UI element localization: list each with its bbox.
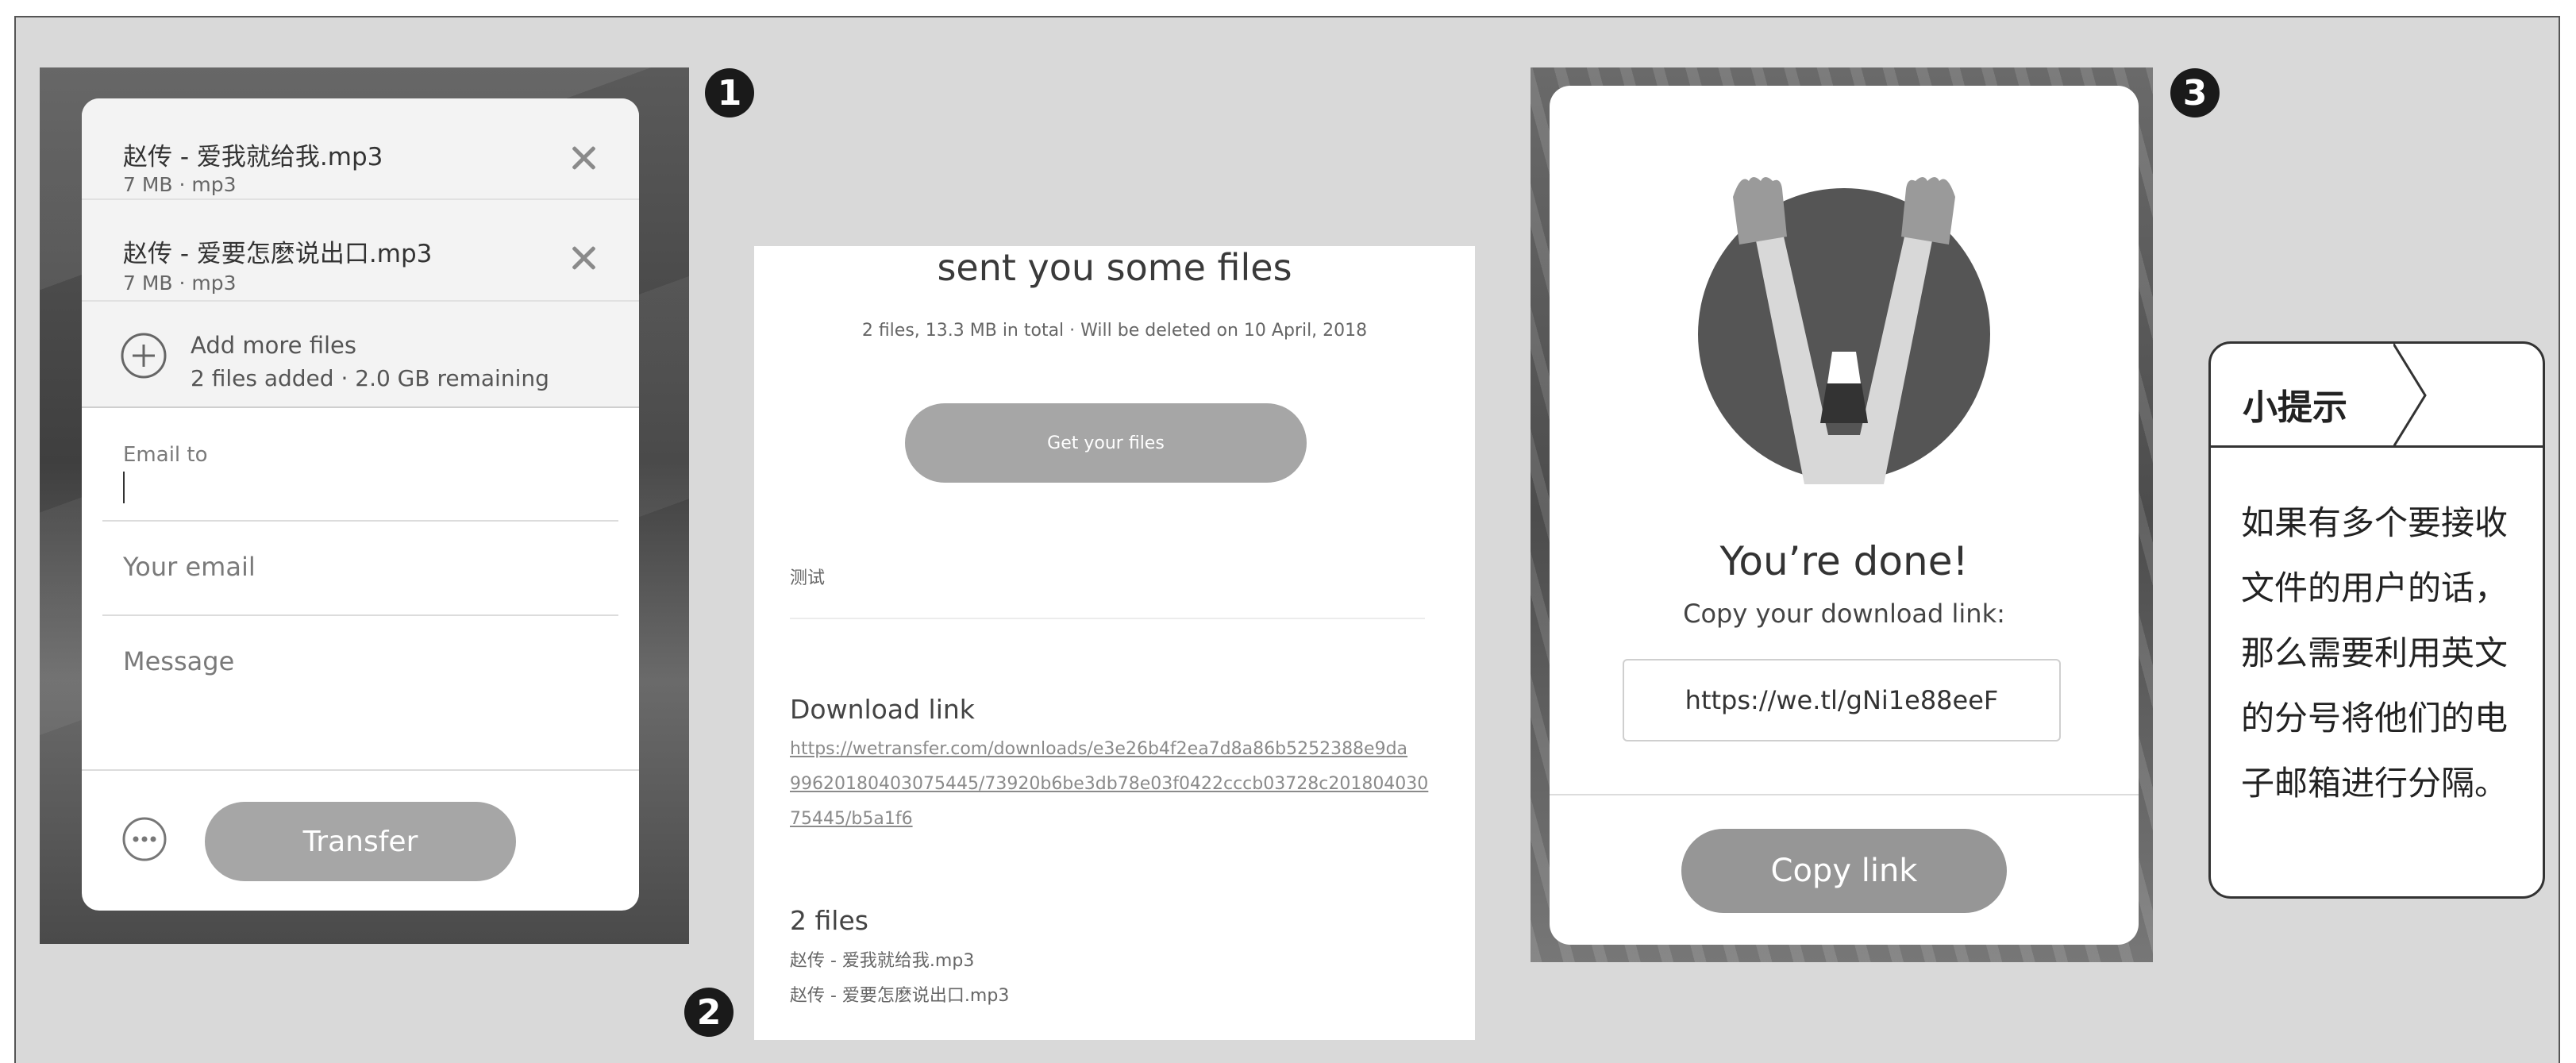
files-added-status: 2 files added · 2.0 GB remaining: [191, 365, 549, 391]
remove-file-close-icon[interactable]: [572, 246, 595, 270]
divider: [790, 618, 1425, 619]
your-email-field[interactable]: Your email: [123, 552, 256, 582]
tip-title-arrow-icon: [2393, 344, 2427, 447]
done-title: You’re done!: [1719, 538, 1969, 584]
email-message: 测试: [790, 568, 826, 588]
file-meta: 7 MB · mp3: [123, 173, 237, 196]
file-meta: 7 MB · mp3: [123, 272, 237, 295]
email-summary: 2 files, 13.3 MB in total · Will be dele…: [861, 321, 1368, 341]
copy-link-button[interactable]: Copy link: [1681, 829, 2007, 913]
celebration-illustration-icon: [1698, 177, 1990, 484]
transfer-complete-panel: You’re done! Copy your download link: ht…: [1550, 86, 2139, 945]
file-list-item: 赵传 - 爱要怎麽说出口.mp3: [790, 986, 1010, 1006]
step-badge-2: 2: [684, 988, 734, 1037]
tip-box: 小提示 如果有多个要接收文件的用户的话，那么需要利用英文的分号将他们的电子邮箱进…: [2208, 341, 2545, 899]
plus-circle-icon: [121, 333, 167, 379]
transfer-button[interactable]: Transfer: [205, 802, 516, 881]
get-files-button[interactable]: Get your files: [905, 403, 1307, 483]
upload-panel: 赵传 - 爱我就给我.mp3 7 MB · mp3 赵传 - 爱要怎麽说出口.m…: [82, 98, 639, 911]
file-item: 赵传 - 爱要怎麽说出口.mp3 7 MB · mp3: [82, 200, 639, 302]
step-badge-3: 3: [2170, 68, 2220, 117]
download-link-label: Download link: [790, 694, 975, 725]
divider: [102, 520, 618, 522]
step-badge-1: 1: [705, 68, 754, 117]
file-name: 赵传 - 爱我就给我.mp3: [123, 143, 383, 171]
download-link-field[interactable]: https://we.tl/gNi1e88eeF: [1623, 659, 2061, 741]
file-list-item: 赵传 - 爱我就给我.mp3: [790, 951, 975, 971]
tip-title: 小提示: [2243, 387, 2347, 428]
more-options-icon[interactable]: [121, 816, 167, 862]
download-link[interactable]: https://wetransfer.com/downloads/e3e26b4…: [790, 732, 1441, 837]
tip-divider: [2211, 445, 2543, 448]
email-heading: sent you some files: [937, 246, 1292, 289]
message-field[interactable]: Message: [123, 646, 234, 676]
add-more-files-row[interactable]: Add more files 2 files added · 2.0 GB re…: [82, 302, 639, 408]
divider: [82, 769, 639, 771]
divider: [102, 614, 618, 616]
copy-prompt: Copy your download link:: [1683, 599, 2005, 629]
file-name: 赵传 - 爱要怎麽说出口.mp3: [123, 240, 433, 268]
remove-file-close-icon[interactable]: [572, 146, 595, 170]
email-to-field[interactable]: [123, 472, 125, 503]
file-item: 赵传 - 爱我就给我.mp3 7 MB · mp3: [82, 98, 639, 200]
divider: [1550, 794, 2139, 795]
tip-body: 如果有多个要接收文件的用户的话，那么需要利用英文的分号将他们的电子邮箱进行分隔。: [2241, 503, 2509, 803]
add-more-files-label: Add more files: [191, 332, 356, 359]
files-heading: 2 files: [790, 905, 868, 936]
email-notification: sent you some files 2 files, 13.3 MB in …: [754, 246, 1475, 1040]
email-to-label: Email to: [123, 443, 208, 467]
